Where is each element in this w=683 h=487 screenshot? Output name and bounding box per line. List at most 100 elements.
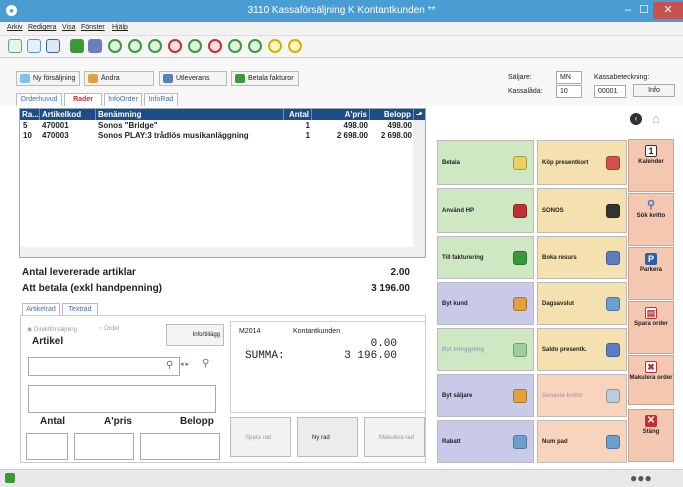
qty-input[interactable] (26, 433, 68, 460)
grid-button-last-receipt[interactable]: Senaste kvitto (537, 374, 627, 417)
tab-rader[interactable]: Rader (64, 93, 102, 106)
pay-label: Att betala (exkl handpenning) (22, 283, 163, 294)
cycle-icon[interactable] (268, 39, 282, 53)
col-amount[interactable]: Belopp (370, 109, 414, 120)
cancel-row-button[interactable]: Makulera rad (364, 417, 425, 457)
pay-invoices-label: Betala fakturor (248, 75, 294, 82)
edit-button[interactable]: Ändra (84, 71, 154, 86)
article-description-field[interactable] (28, 385, 216, 413)
pay-invoices-button[interactable]: Betala fakturor (231, 71, 299, 86)
grid-button-sonos[interactable]: SONOS (537, 188, 627, 233)
register-label: Kassalåda: (508, 88, 543, 95)
col-settings-icon[interactable]: ⬏ (414, 109, 427, 120)
info-addition-button[interactable]: Info/tillägg (166, 324, 224, 346)
menu-visa[interactable]: Visa (62, 24, 76, 31)
cell-row: 10 (23, 131, 32, 140)
col-article-code[interactable]: Artikelkod (40, 109, 96, 120)
back-icon[interactable]: ‹ (630, 113, 642, 125)
radio-order[interactable]: ○ Order (99, 326, 120, 332)
amount-label: Belopp (180, 416, 214, 427)
horizontal-scrollbar[interactable] (20, 247, 425, 257)
menu-hjalp[interactable]: Hjälp (112, 24, 128, 31)
search-icon[interactable]: ⚲ (166, 360, 173, 371)
radio-direct-sale[interactable]: ◉ Direktförsäljning (27, 326, 77, 333)
grid-button-book-resource[interactable]: Boka resurs (537, 236, 627, 279)
tab-orderhuvud[interactable]: Orderhuvud (16, 93, 62, 106)
grid-button-change-seller[interactable]: Byt säljare (437, 374, 534, 417)
menu-fonster[interactable]: Fönster (81, 24, 105, 31)
grid-button-invoice[interactable]: Till fakturering (437, 236, 534, 279)
grid-button-day-close[interactable]: Dagsavslut (537, 282, 627, 325)
grid-button-pay[interactable]: Betala (437, 140, 534, 185)
table-row[interactable]: 10 470003 Sonos PLAY:3 trådlös musikanlä… (20, 131, 412, 141)
tab-inforad[interactable]: InfoRad (144, 93, 178, 106)
grid-button-num-pad[interactable]: Num pad (537, 420, 627, 463)
arrows-icon[interactable]: ◂ ▸ (180, 360, 189, 368)
cycle-icon[interactable] (288, 39, 302, 53)
calendar-label: Kalender (638, 159, 664, 165)
col-name[interactable]: Benämning (96, 109, 284, 120)
new-icon (20, 74, 30, 83)
parking-icon: P (645, 253, 657, 265)
window-icon[interactable] (8, 39, 22, 53)
home-icon[interactable]: ⌂ (652, 111, 660, 126)
cycle-icon[interactable] (128, 39, 142, 53)
cashier-field[interactable]: 00001 (594, 85, 626, 98)
grid-button-change-customer[interactable]: Byt kund (437, 282, 534, 325)
cycle-icon[interactable] (108, 39, 122, 53)
price-input[interactable] (74, 433, 134, 460)
vertical-scrollbar[interactable] (413, 120, 425, 247)
register-field[interactable]: 10 (556, 85, 582, 98)
search-receipt-label: Sök kvitto (636, 213, 666, 219)
grid-button-gift-balance[interactable]: Saldo presentk. (537, 328, 627, 371)
grid-button-use-hp[interactable]: Använd HP (437, 188, 534, 233)
close-icon: ✕ (645, 415, 657, 427)
grid-button-gift-card[interactable]: Köp presentkort (537, 140, 627, 185)
cycle-icon[interactable] (148, 39, 162, 53)
cancel-order-button[interactable]: ✖ Makulera order (628, 355, 674, 405)
chat-icon[interactable] (27, 39, 41, 53)
save-row-button[interactable]: Spara rad (230, 417, 291, 457)
status-bar: ●●● (0, 469, 683, 487)
menu-arkiv[interactable]: Arkiv (7, 24, 23, 31)
park-button[interactable]: P Parkera (628, 247, 674, 300)
display-customer: Kontantkunden (293, 328, 341, 335)
cycle-icon[interactable] (188, 39, 202, 53)
close-window-button[interactable]: ✕ (653, 2, 683, 19)
order-rows-table: Ra... Artikelkod Benämning Antal A'pris … (19, 108, 426, 258)
cycle-icon[interactable] (248, 39, 262, 53)
seller-field[interactable]: MN (556, 71, 582, 84)
col-price[interactable]: A'pris (312, 109, 370, 120)
amount-input[interactable] (140, 433, 220, 460)
close-button[interactable]: ✕ Stäng (628, 409, 674, 462)
delivered-label: Antal levererade artiklar (22, 267, 136, 278)
col-qty[interactable]: Antal (284, 109, 312, 120)
search-icon[interactable]: ⚲ (202, 358, 209, 369)
article-input[interactable] (28, 357, 180, 376)
deliver-button[interactable]: Utleverans (159, 71, 227, 86)
search-receipt-button[interactable]: ⚲ Sök kvitto (628, 193, 674, 246)
calendar-button[interactable]: 1 Kalender (628, 139, 674, 192)
list-icon[interactable] (88, 39, 102, 53)
radio-direct-sale-label: Direktförsäljning (33, 327, 77, 333)
grid-button-discount[interactable]: Rabatt (437, 420, 534, 463)
cycle-icon[interactable] (168, 39, 182, 53)
info-button[interactable]: Info (633, 84, 675, 97)
cycle-icon[interactable] (228, 39, 242, 53)
menu-redigera[interactable]: Redigera (28, 24, 56, 31)
pay-icon (513, 155, 527, 170)
park-label: Parkera (639, 267, 663, 273)
grid-button-change-login[interactable]: Byt inloggning (437, 328, 534, 371)
save-order-label: Spara order (634, 321, 668, 327)
col-row[interactable]: Ra... (20, 109, 40, 120)
info-icon[interactable] (5, 473, 15, 483)
table-row[interactable]: 5 470001 Sonos "Bridge" 1 498.00 498.00 (20, 121, 412, 131)
search-icon[interactable] (46, 39, 60, 53)
tab-infoorder[interactable]: InfoOrder (104, 93, 142, 106)
new-sale-button[interactable]: Ny försäljning (16, 71, 80, 86)
new-row-button[interactable]: Ny rad (297, 417, 358, 457)
cancel-row-label: Makulera rad (379, 435, 415, 441)
info-icon[interactable] (70, 39, 84, 53)
save-order-button[interactable]: ▤ Spara order (628, 301, 674, 354)
cycle-icon[interactable] (208, 39, 222, 53)
